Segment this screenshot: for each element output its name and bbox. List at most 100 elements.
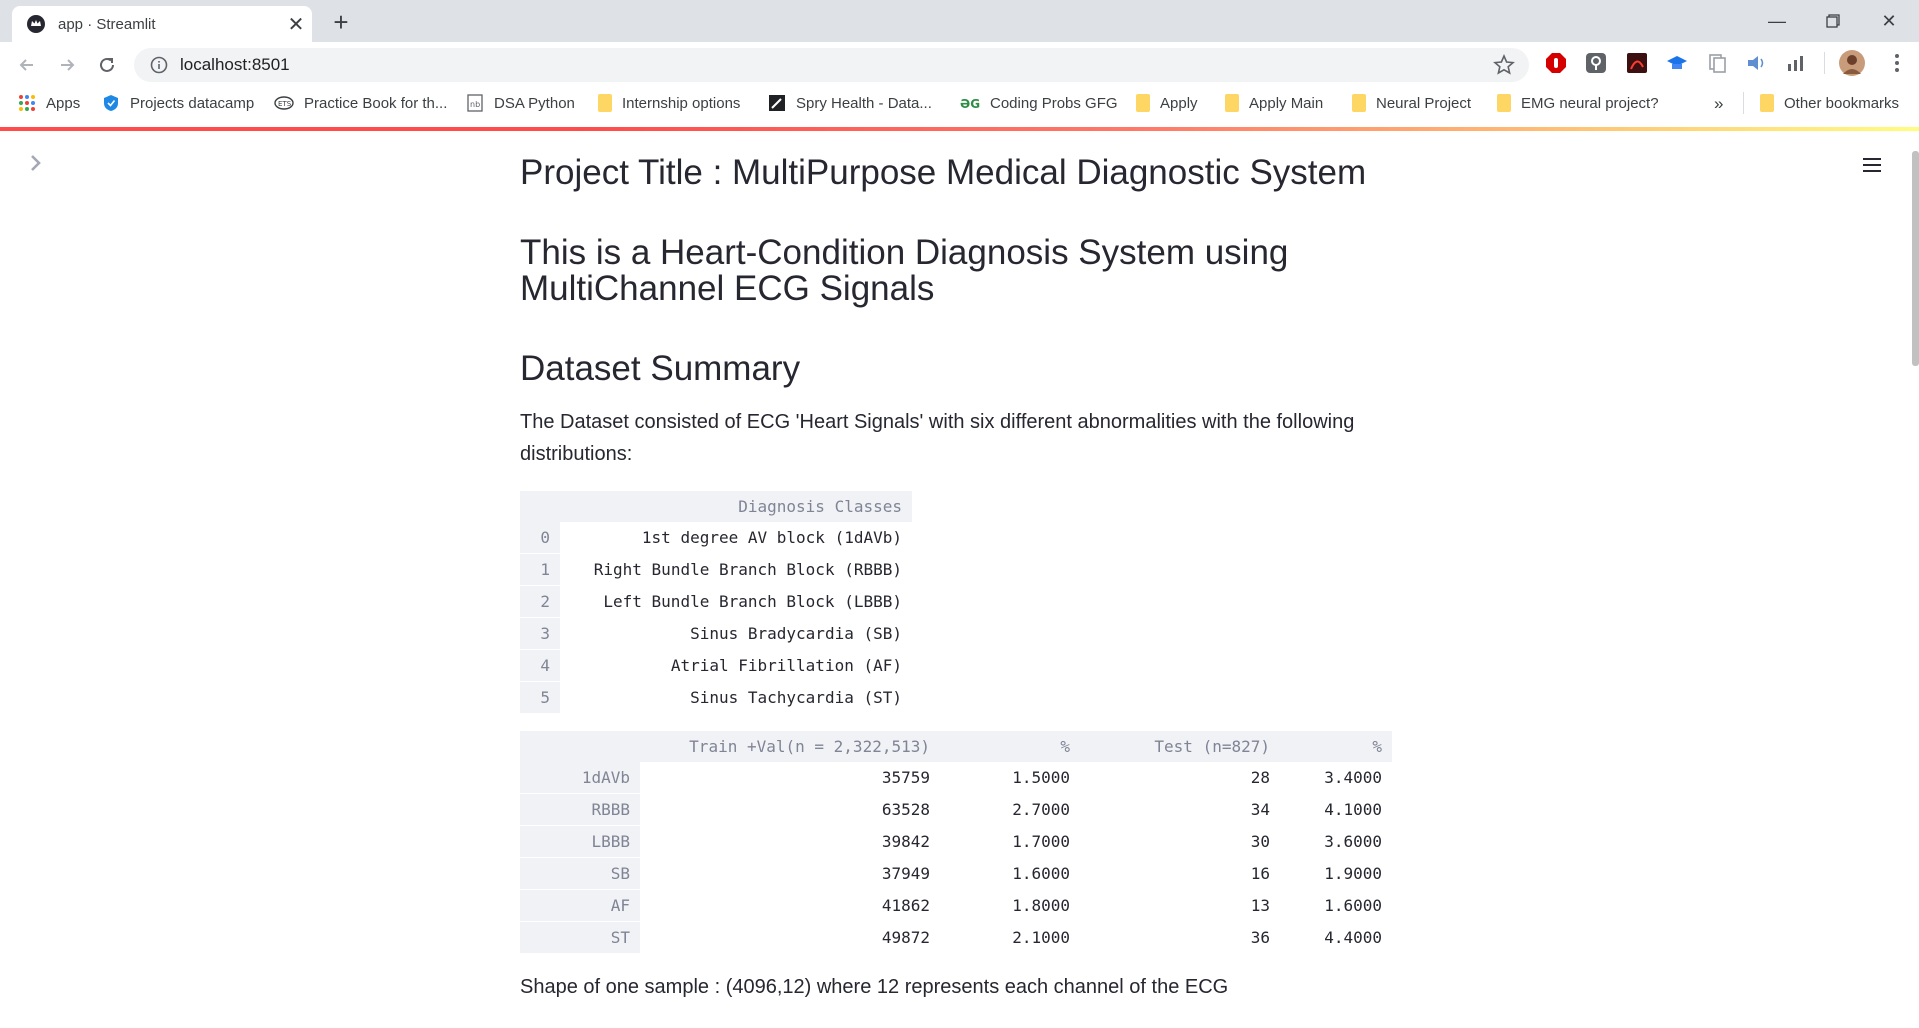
- row-index: 5: [520, 681, 560, 714]
- bookmark-practice-book[interactable]: ETS Practice Book for th...: [274, 94, 447, 112]
- back-button[interactable]: [12, 50, 42, 80]
- bookmark-label: Apply: [1160, 94, 1198, 112]
- bookmark-coding-probs-gfg[interactable]: ƏG Coding Probs GFG: [960, 94, 1118, 112]
- chart-extension-icon[interactable]: [1785, 52, 1807, 74]
- folder-icon: [1225, 94, 1239, 112]
- bookmark-label: EMG neural project?: [1521, 94, 1659, 112]
- graduation-cap-icon[interactable]: [1666, 52, 1688, 74]
- bookmark-dsa-python[interactable]: nb DSA Python: [466, 94, 575, 112]
- browser-menu-icon[interactable]: [1886, 52, 1908, 74]
- row-index: SB: [520, 857, 640, 890]
- table-header-row: Diagnosis Classes: [520, 491, 912, 522]
- profile-avatar[interactable]: [1839, 50, 1865, 76]
- table-cell: 36: [1080, 921, 1280, 954]
- info-icon[interactable]: [150, 56, 168, 74]
- distribution-table: Train +Val(n = 2,322,513) % Test (n=827)…: [520, 731, 1392, 954]
- bookmarks-overflow-button[interactable]: »: [1714, 94, 1723, 114]
- table-cell: 30: [1080, 825, 1280, 858]
- table-cell: 2.1000: [940, 921, 1080, 954]
- restore-button[interactable]: [1810, 6, 1856, 36]
- ets-icon: ETS: [274, 96, 294, 110]
- table-row: RBBB 63528 2.7000 34 4.1000: [520, 793, 1392, 826]
- column-header: Train +Val(n = 2,322,513): [640, 731, 940, 762]
- table-cell: 4.4000: [1280, 921, 1392, 954]
- close-window-button[interactable]: ✕: [1866, 6, 1912, 36]
- minimize-button[interactable]: —: [1754, 6, 1800, 36]
- copy-icon[interactable]: [1706, 52, 1728, 74]
- table-row: AF 41862 1.8000 13 1.6000: [520, 889, 1392, 922]
- table-row: ST 49872 2.1000 36 4.4000: [520, 921, 1392, 954]
- table-cell: 3.4000: [1280, 762, 1392, 794]
- table-cell: 35759: [640, 762, 940, 794]
- table-cell: 2.7000: [940, 793, 1080, 826]
- new-tab-button[interactable]: +: [326, 7, 356, 38]
- table-cell: 3.6000: [1280, 825, 1392, 858]
- sample-shape-text: Shape of one sample : (4096,12) where 12…: [520, 976, 1229, 998]
- table-cell: 16: [1080, 857, 1280, 890]
- bookmark-label: Neural Project: [1376, 94, 1472, 112]
- bookmark-emg-neural-project[interactable]: EMG neural project?: [1497, 94, 1659, 112]
- page-subtitle: This is a Heart-Condition Diagnosis Syst…: [520, 233, 1289, 308]
- table-row: 5 Sinus Tachycardia (ST): [520, 681, 912, 714]
- url-text[interactable]: localhost:8501: [180, 55, 1493, 75]
- chevron-right-icon[interactable]: [24, 152, 46, 174]
- table-cell: 37949: [640, 857, 940, 890]
- bookmarks-bar: Apps Projects datacamp ETS Practice Book…: [0, 86, 1919, 122]
- pdf-icon[interactable]: [1626, 52, 1648, 74]
- bookmark-neural-project[interactable]: Neural Project: [1352, 94, 1471, 112]
- bookmark-label: Other bookmarks: [1784, 94, 1900, 112]
- table-cell: 4.1000: [1280, 793, 1392, 826]
- bookmark-label: Coding Probs GFG: [990, 94, 1118, 112]
- bookmark-label: DSA Python: [494, 94, 575, 112]
- bookmark-star-icon[interactable]: [1493, 54, 1515, 76]
- hamburger-menu-icon[interactable]: [1861, 154, 1883, 176]
- table-cell: Sinus Tachycardia (ST): [560, 681, 912, 714]
- tab-title: app · Streamlit: [58, 15, 156, 33]
- table-cell: 1.6000: [940, 857, 1080, 890]
- table-cell: 41862: [640, 889, 940, 922]
- svg-text:ETS: ETS: [278, 100, 292, 108]
- browser-tab[interactable]: app · Streamlit ✕: [12, 6, 312, 42]
- diagnosis-classes-table: Diagnosis Classes 0 1st degree AV block (…: [520, 491, 912, 714]
- table-cell: 49872: [640, 921, 940, 954]
- adblock-icon[interactable]: [1545, 52, 1567, 74]
- bookmark-projects-datacamp[interactable]: Projects datacamp: [102, 94, 254, 112]
- table-row: SB 37949 1.6000 16 1.9000: [520, 857, 1392, 890]
- table-cell: 1.5000: [940, 762, 1080, 794]
- streamlit-decoration-bar: [0, 127, 1919, 131]
- reload-icon: [100, 57, 114, 72]
- reload-button[interactable]: [92, 50, 122, 80]
- bookmark-apply-main[interactable]: Apply Main: [1225, 94, 1323, 112]
- close-tab-icon[interactable]: ✕: [280, 12, 312, 37]
- bookmark-apply[interactable]: Apply: [1136, 94, 1198, 112]
- table-cell: 34: [1080, 793, 1280, 826]
- bookmark-label: Projects datacamp: [130, 94, 255, 112]
- table-cell: 13: [1080, 889, 1280, 922]
- bookmark-apps[interactable]: Apps: [18, 94, 80, 112]
- table-cell: 39842: [640, 825, 940, 858]
- table-row: 1 Right Bundle Branch Block (RBBB): [520, 553, 912, 586]
- bookmark-spry-health[interactable]: Spry Health - Data...: [768, 94, 932, 112]
- table-cell: Sinus Bradycardia (SB): [560, 617, 912, 650]
- folder-icon: [598, 94, 612, 112]
- table-cell: 1.7000: [940, 825, 1080, 858]
- row-index: 2: [520, 585, 560, 618]
- svg-text:ƏG: ƏG: [960, 97, 980, 111]
- folder-icon: [1136, 94, 1150, 112]
- location-extension-icon[interactable]: [1585, 52, 1607, 74]
- arrow-right-icon: [61, 59, 75, 71]
- column-header: Test (n=827): [1080, 731, 1280, 762]
- table-cell: Right Bundle Branch Block (RBBB): [560, 553, 912, 586]
- page-title: Project Title : MultiPurpose Medical Dia…: [520, 153, 1367, 192]
- folder-icon: [1497, 94, 1511, 112]
- table-cell: 28: [1080, 762, 1280, 794]
- table-cell: 63528: [640, 793, 940, 826]
- scrollbar-thumb[interactable]: [1912, 151, 1919, 366]
- address-bar[interactable]: localhost:8501: [134, 48, 1529, 82]
- forward-button[interactable]: [52, 50, 82, 80]
- bookmark-internship-options[interactable]: Internship options: [598, 94, 740, 112]
- dataset-description: The Dataset consisted of ECG 'Heart Sign…: [520, 411, 1355, 465]
- speaker-icon[interactable]: [1745, 52, 1767, 74]
- index-header: [520, 731, 640, 762]
- bookmark-other-bookmarks[interactable]: Other bookmarks: [1760, 94, 1899, 112]
